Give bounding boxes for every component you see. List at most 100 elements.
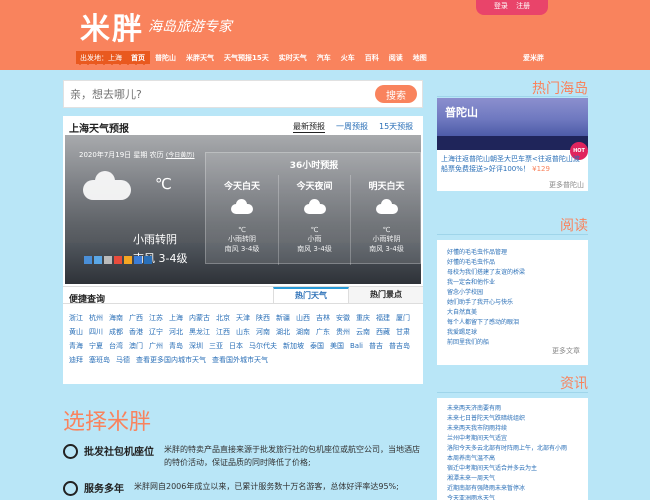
nav-item[interactable]: 首页 bbox=[126, 51, 150, 65]
news-link[interactable]: 兰州中考期间天气适宜 bbox=[447, 434, 578, 444]
search-input[interactable] bbox=[70, 85, 370, 103]
article-link[interactable]: 好懂的毛毛虫作品 bbox=[447, 258, 578, 268]
share-qzone-icon[interactable] bbox=[84, 256, 92, 264]
city-link[interactable]: 宁夏 bbox=[89, 341, 103, 351]
city-link[interactable]: 马德 bbox=[116, 355, 130, 365]
city-link[interactable]: 杭州 bbox=[89, 313, 103, 323]
nav-item-ai-mipang[interactable]: 爱米胖 bbox=[523, 51, 544, 65]
city-link[interactable]: 厦门 bbox=[396, 313, 410, 323]
city-link[interactable]: 湖南 bbox=[296, 327, 310, 337]
city-link[interactable]: 湖北 bbox=[276, 327, 290, 337]
news-link[interactable]: 未来两天我市阴雨持续 bbox=[447, 424, 578, 434]
city-link[interactable]: 黑龙江 bbox=[189, 327, 210, 337]
article-link[interactable]: 好懂的毛毛虫作品管理 bbox=[447, 248, 578, 258]
city-link[interactable]: 日本 bbox=[229, 341, 243, 351]
hot-island-desc[interactable]: 上海往返普陀山朝圣大巴车票<往返普陀山渡船票免费接送>好评100%！ ¥129 bbox=[441, 154, 584, 174]
article-link[interactable]: 她们助手了我开心与快乐 bbox=[447, 298, 578, 308]
city-link[interactable]: 迪拜 bbox=[69, 355, 83, 365]
share-tweibo-icon[interactable] bbox=[94, 256, 102, 264]
origin-selector[interactable]: 出发地：上海 bbox=[76, 51, 126, 65]
city-link[interactable]: Bali bbox=[350, 341, 363, 351]
city-link[interactable]: 马尔代夫 bbox=[249, 341, 277, 351]
city-link[interactable]: 广东 bbox=[316, 327, 330, 337]
intl-weather-link[interactable]: 查看国外城市天气 bbox=[212, 355, 268, 365]
hot-island-card[interactable]: 普陀山 HOT 上海往返普陀山朝圣大巴车票<往返普陀山渡船票免费接送>好评100… bbox=[437, 98, 588, 191]
article-link[interactable]: 我爱踢足球 bbox=[447, 328, 578, 338]
city-link[interactable]: 新疆 bbox=[276, 313, 290, 323]
city-link[interactable]: 甘肃 bbox=[396, 327, 410, 337]
tab-latest-forecast[interactable]: 最新预报 bbox=[293, 121, 325, 133]
city-link[interactable]: 上海 bbox=[169, 313, 183, 323]
nav-item[interactable]: 普陀山 bbox=[150, 51, 181, 65]
city-link[interactable]: 广州 bbox=[149, 341, 163, 351]
city-link[interactable]: 北京 bbox=[216, 313, 230, 323]
news-link[interactable]: 今天亚洲雨水天气 bbox=[447, 494, 578, 500]
news-link[interactable]: 湘潭未来一周天气 bbox=[447, 474, 578, 484]
city-link[interactable]: 福建 bbox=[376, 313, 390, 323]
city-link[interactable]: 重庆 bbox=[356, 313, 370, 323]
news-link[interactable]: 未来七日普陀天气跌暗统组织 bbox=[447, 414, 578, 424]
article-link[interactable]: 大自然真美 bbox=[447, 308, 578, 318]
tab-15day-forecast[interactable]: 15天预报 bbox=[379, 121, 413, 133]
share-more-icon[interactable] bbox=[144, 256, 152, 264]
more-articles-link[interactable]: 更多文章 bbox=[437, 346, 580, 356]
city-link[interactable]: 江苏 bbox=[149, 313, 163, 323]
news-link[interactable]: 未来两天济南要有雨 bbox=[447, 404, 578, 414]
city-link[interactable]: 台湾 bbox=[109, 341, 123, 351]
nav-item[interactable]: 天气预报15天 bbox=[219, 51, 274, 65]
city-link[interactable]: 新加坡 bbox=[283, 341, 304, 351]
news-link[interactable]: 宿迁中考期间天气适合并多云为主 bbox=[447, 464, 578, 474]
city-link[interactable]: 成都 bbox=[109, 327, 123, 337]
city-link[interactable]: 海南 bbox=[109, 313, 123, 323]
city-link[interactable]: 塞班岛 bbox=[89, 355, 110, 365]
city-link[interactable]: 陕西 bbox=[256, 313, 270, 323]
share-renren-icon[interactable] bbox=[124, 256, 132, 264]
city-link[interactable]: 安徽 bbox=[336, 313, 350, 323]
city-link[interactable]: 青海 bbox=[69, 341, 83, 351]
city-link[interactable]: 辽宁 bbox=[149, 327, 163, 337]
more-domestic-weather-link[interactable]: 查看更多国内城市天气 bbox=[136, 355, 206, 365]
city-link[interactable]: 黄山 bbox=[69, 327, 83, 337]
share-weibo-icon[interactable] bbox=[114, 256, 122, 264]
city-link[interactable]: 青岛 bbox=[169, 341, 183, 351]
share-douban-icon[interactable] bbox=[134, 256, 142, 264]
news-link[interactable]: 洛阳今天多云北部有时阵雨上午，北部有小雨 bbox=[447, 444, 578, 454]
city-link[interactable]: 云南 bbox=[356, 327, 370, 337]
city-link[interactable]: 普吉 bbox=[369, 341, 383, 351]
nav-item[interactable]: 火车 bbox=[336, 51, 360, 65]
city-link[interactable]: 三亚 bbox=[209, 341, 223, 351]
city-link[interactable]: 澳门 bbox=[129, 341, 143, 351]
article-link[interactable]: 留念小学校园 bbox=[447, 288, 578, 298]
city-link[interactable]: 贵州 bbox=[336, 327, 350, 337]
site-logo[interactable]: 米胖 bbox=[80, 4, 144, 48]
news-link[interactable]: 本周养南气温不高 bbox=[447, 454, 578, 464]
nav-item[interactable]: 地图 bbox=[408, 51, 432, 65]
nav-item[interactable]: 汽车 bbox=[312, 51, 336, 65]
city-link[interactable]: 泰国 bbox=[310, 341, 324, 351]
register-link[interactable]: 注册 bbox=[516, 2, 530, 10]
city-link[interactable]: 山东 bbox=[236, 327, 250, 337]
city-link[interactable]: 普吉岛 bbox=[389, 341, 410, 351]
city-link[interactable]: 深圳 bbox=[189, 341, 203, 351]
more-putuo-link[interactable]: 更多普陀山 bbox=[437, 180, 584, 190]
hot-island-image[interactable]: 普陀山 bbox=[437, 98, 588, 150]
city-link[interactable]: 内蒙古 bbox=[189, 313, 210, 323]
city-link[interactable]: 吉林 bbox=[316, 313, 330, 323]
city-link[interactable]: 天津 bbox=[236, 313, 250, 323]
city-link[interactable]: 香港 bbox=[129, 327, 143, 337]
nav-item[interactable]: 米胖天气 bbox=[181, 51, 219, 65]
search-button[interactable]: 搜索 bbox=[375, 85, 417, 103]
article-link[interactable]: 我一定会和他作业 bbox=[447, 278, 578, 288]
city-link[interactable]: 四川 bbox=[89, 327, 103, 337]
nav-item[interactable]: 阅读 bbox=[384, 51, 408, 65]
news-link[interactable]: 近期南部有强降雨未来暂停冰 bbox=[447, 484, 578, 494]
city-link[interactable]: 美国 bbox=[330, 341, 344, 351]
login-link[interactable]: 登录 bbox=[494, 2, 508, 10]
almanac-link[interactable]: (今日黄历) bbox=[166, 152, 195, 159]
city-link[interactable]: 浙江 bbox=[69, 313, 83, 323]
tab-hot-spots[interactable]: 热门景点 bbox=[349, 287, 423, 303]
city-link[interactable]: 广西 bbox=[129, 313, 143, 323]
nav-item[interactable]: 实时天气 bbox=[274, 51, 312, 65]
article-link[interactable]: 每个人都留下了感动的眼泪 bbox=[447, 318, 578, 328]
city-link[interactable]: 西藏 bbox=[376, 327, 390, 337]
